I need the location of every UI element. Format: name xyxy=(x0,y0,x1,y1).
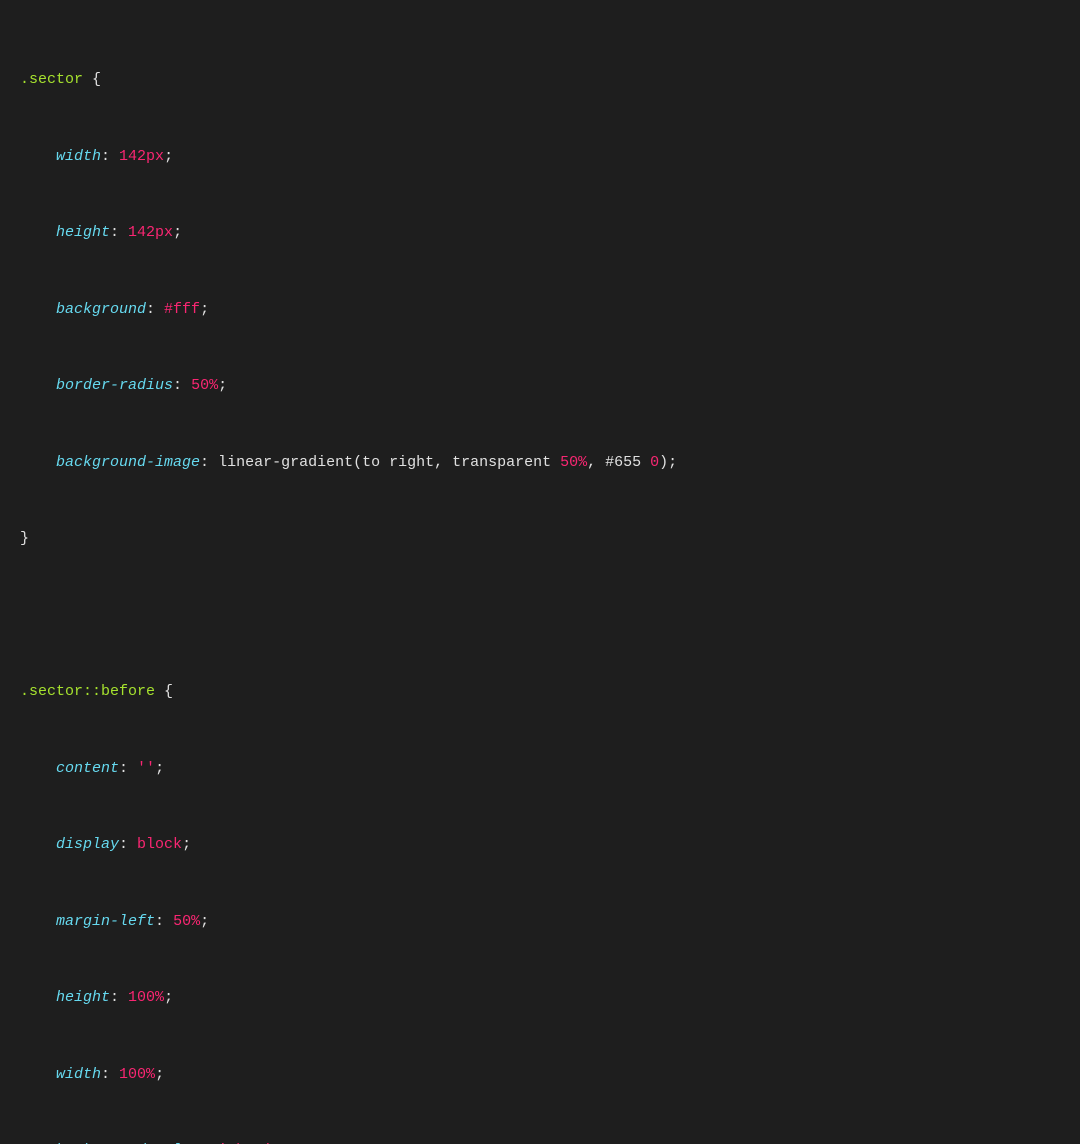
prop-border-radius: border-radius: 50%; xyxy=(20,373,1060,399)
prop-width: width: 142px; xyxy=(20,144,1060,170)
prop-background-color: background-color: inherit; xyxy=(20,1138,1060,1144)
code-editor: .sector { width: 142px; height: 142px; b… xyxy=(20,16,1060,1144)
prop-display: display: block; xyxy=(20,832,1060,858)
selector-line-1: .sector { xyxy=(20,67,1060,93)
selector-sector: .sector xyxy=(20,71,83,88)
prop-background-image: background-image: linear-gradient(to rig… xyxy=(20,450,1060,476)
prop-background: background: #fff; xyxy=(20,297,1060,323)
close-brace-1: } xyxy=(20,526,1060,552)
selector-line-2: .sector::before { xyxy=(20,679,1060,705)
prop-height-2: height: 100%; xyxy=(20,985,1060,1011)
empty-line-1 xyxy=(20,603,1060,629)
prop-content: content: ''; xyxy=(20,756,1060,782)
selector-sector-before: .sector::before xyxy=(20,683,155,700)
prop-margin-left: margin-left: 50%; xyxy=(20,909,1060,935)
prop-height: height: 142px; xyxy=(20,220,1060,246)
prop-width-2: width: 100%; xyxy=(20,1062,1060,1088)
